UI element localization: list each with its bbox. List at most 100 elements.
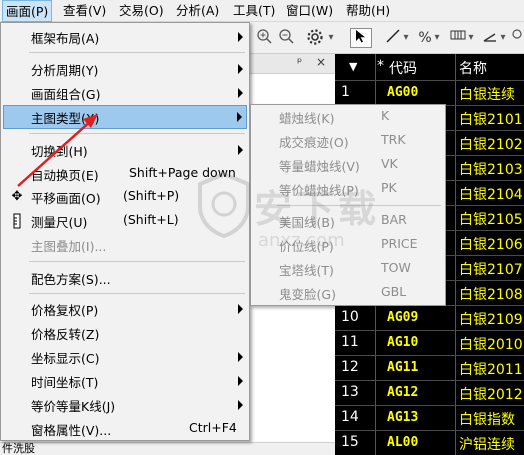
row-name: 白银2105 xyxy=(459,212,523,228)
row-number: 14 xyxy=(341,409,359,425)
chevron-down-icon[interactable]: ▾ xyxy=(499,28,507,48)
row-name: 白银2107 xyxy=(459,262,523,278)
submenu-item-candlestick: 蜡烛线(K) K xyxy=(279,108,390,126)
sort-arrow-icon[interactable]: ▼ xyxy=(349,60,357,73)
chevron-down-icon[interactable]: ▾ xyxy=(467,28,475,48)
row-name: 白银2106 xyxy=(459,237,523,253)
menu-separator xyxy=(29,133,245,134)
table-row[interactable]: 12 AG11 白银2011 xyxy=(335,355,524,379)
status-bar: 件洗股 xyxy=(0,442,335,455)
zoom-in-icon[interactable] xyxy=(255,28,273,48)
menu-view[interactable]: 查看(V) xyxy=(60,0,109,22)
menu-item-analysis-period[interactable]: 分析周期(Y) xyxy=(3,57,247,81)
row-name: 白银2104 xyxy=(459,187,523,203)
row-code: AG13 xyxy=(387,410,419,425)
menu-separator xyxy=(277,205,441,206)
submenu-arrow-icon xyxy=(237,112,242,122)
chevron-down-icon[interactable]: ▾ xyxy=(433,28,441,48)
table-row[interactable]: 14 AG13 白银指数 xyxy=(335,405,524,429)
menu-bar: 画面(P) 查看(V) 交易(O) 分析(A) 工具(T) 窗口(W) 帮助(H… xyxy=(0,0,524,22)
submenu-arrow-icon xyxy=(238,32,243,42)
table-row[interactable]: 15 AL00 沪铝连续 xyxy=(335,430,524,454)
menu-item-equal-kline[interactable]: 等价等量K线(J) xyxy=(3,393,247,417)
row-code: AG12 xyxy=(387,385,419,400)
submenu-item-tower: 宝塔线(T) TOW xyxy=(279,260,411,278)
table-row[interactable]: 13 AG12 白银2012 xyxy=(335,380,524,404)
drawing-icon[interactable] xyxy=(481,28,499,48)
submenu-arrow-icon xyxy=(238,64,243,74)
chevron-down-icon[interactable]: ▾ xyxy=(326,28,336,48)
menu-item-auto-page[interactable]: 自动换页(E) Shift+Page down xyxy=(3,162,247,186)
pin-icon[interactable]: ᵖ xyxy=(297,55,302,69)
table-row[interactable]: 11 AG10 白银2010 xyxy=(335,330,524,354)
row-name: 白银2010 xyxy=(459,337,523,353)
gear-icon[interactable] xyxy=(305,28,325,48)
menu-item-screen-combo[interactable]: 画面组合(G) xyxy=(3,81,247,105)
submenu-arrow-icon xyxy=(238,376,243,386)
menu-item-main-chart-type[interactable]: 主图类型(X) xyxy=(3,105,247,129)
close-icon[interactable]: × xyxy=(316,55,326,69)
pointer-icon[interactable] xyxy=(350,28,372,48)
percent-icon[interactable]: % xyxy=(417,28,433,48)
menu-item-price-reverse[interactable]: 价格反转(Z) xyxy=(3,321,247,345)
chevron-down-icon[interactable]: ▾ xyxy=(402,28,410,48)
row-name: 白银2108 xyxy=(459,287,523,303)
submenu-item-bar: 美国线(B) BAR xyxy=(279,212,407,230)
menu-item-pan-screen[interactable]: ✥ 平移画面(O) (Shift+P) xyxy=(3,185,247,209)
menu-separator xyxy=(29,52,245,53)
table-row[interactable]: 10 AG09 白银2109 xyxy=(335,305,524,329)
menu-screen[interactable]: 画面(P) xyxy=(2,0,53,22)
screen-dropdown-menu: 框架布局(A) 分析周期(Y) 画面组合(G) 主图类型(X) 切换到(H) 自… xyxy=(0,22,250,441)
menu-analysis[interactable]: 分析(A) xyxy=(173,0,222,22)
header-name[interactable]: 名称 xyxy=(459,58,487,78)
menu-trade[interactable]: 交易(O) xyxy=(116,0,167,22)
menu-window[interactable]: 窗口(W) xyxy=(283,0,336,22)
menu-item-switch-to[interactable]: 切换到(H) xyxy=(3,138,247,162)
grid-icon[interactable] xyxy=(449,28,467,48)
row-number: 13 xyxy=(341,384,359,400)
row-code: AG10 xyxy=(387,335,419,350)
table-row[interactable]: 1 AG00 白银连续 xyxy=(335,80,524,104)
submenu-arrow-icon xyxy=(238,352,243,362)
ruler-icon xyxy=(9,213,25,229)
submenu-arrow-icon xyxy=(238,400,243,410)
line-icon[interactable] xyxy=(384,28,402,48)
menu-help[interactable]: 帮助(H) xyxy=(343,0,393,22)
row-number: 11 xyxy=(341,334,359,350)
menu-item-pane-properties[interactable]: 窗格属性(V)... Ctrl+F4 xyxy=(3,417,247,441)
menu-item-price-adjust[interactable]: 价格复权(P) xyxy=(3,297,247,321)
submenu-arrow-icon xyxy=(238,145,243,155)
menu-tools[interactable]: 工具(T) xyxy=(230,0,278,22)
menu-item-ruler[interactable]: 测量尺(U) (Shift+L) xyxy=(3,209,247,233)
row-number: 15 xyxy=(341,434,359,450)
header-star[interactable]: * xyxy=(377,58,384,74)
row-name: 白银2012 xyxy=(459,387,523,403)
pane-header: ᵖ × xyxy=(250,54,335,74)
zoom-small-icon[interactable] xyxy=(510,28,524,48)
submenu-arrow-icon xyxy=(238,304,243,314)
zoom-out-icon[interactable] xyxy=(277,28,295,48)
row-name: 白银2011 xyxy=(459,362,523,378)
header-code[interactable]: 代码 xyxy=(389,58,417,78)
menu-item-time-axis[interactable]: 时间坐标(T) xyxy=(3,369,247,393)
menu-item-frame-layout[interactable]: 框架布局(A) xyxy=(3,25,247,49)
menu-item-main-overlay: 主图叠加(I)... xyxy=(31,239,107,254)
row-name: 沪铝连续 xyxy=(459,437,515,453)
row-code: AG11 xyxy=(387,360,419,375)
row-name: 白银2102 xyxy=(459,137,523,153)
row-name: 白银2109 xyxy=(459,312,523,328)
row-name: 白银2101 xyxy=(459,112,523,128)
menu-separator xyxy=(29,261,245,262)
row-code: AL00 xyxy=(387,435,419,450)
row-name: 白银指数 xyxy=(459,412,515,428)
menu-item-color-scheme[interactable]: 配色方案(S)... xyxy=(3,266,247,290)
submenu-item-ghost: 鬼变脸(G) GBL xyxy=(279,284,407,302)
row-name: 白银2103 xyxy=(459,162,523,178)
submenu-item-equiprice: 等价蜡烛线(P) PK xyxy=(279,180,397,198)
row-number: 10 xyxy=(341,309,359,325)
row-code: AG00 xyxy=(387,85,419,100)
chart-type-submenu: 蜡烛线(K) K 成交痕迹(O) TRK 等量蜡烛线(V) VK 等价蜡烛线(P) PK… xyxy=(250,104,446,306)
status-text: 件洗股 xyxy=(2,442,35,455)
menu-item-axis-display[interactable]: 坐标显示(C) xyxy=(3,345,247,369)
menu-separator xyxy=(29,293,245,294)
